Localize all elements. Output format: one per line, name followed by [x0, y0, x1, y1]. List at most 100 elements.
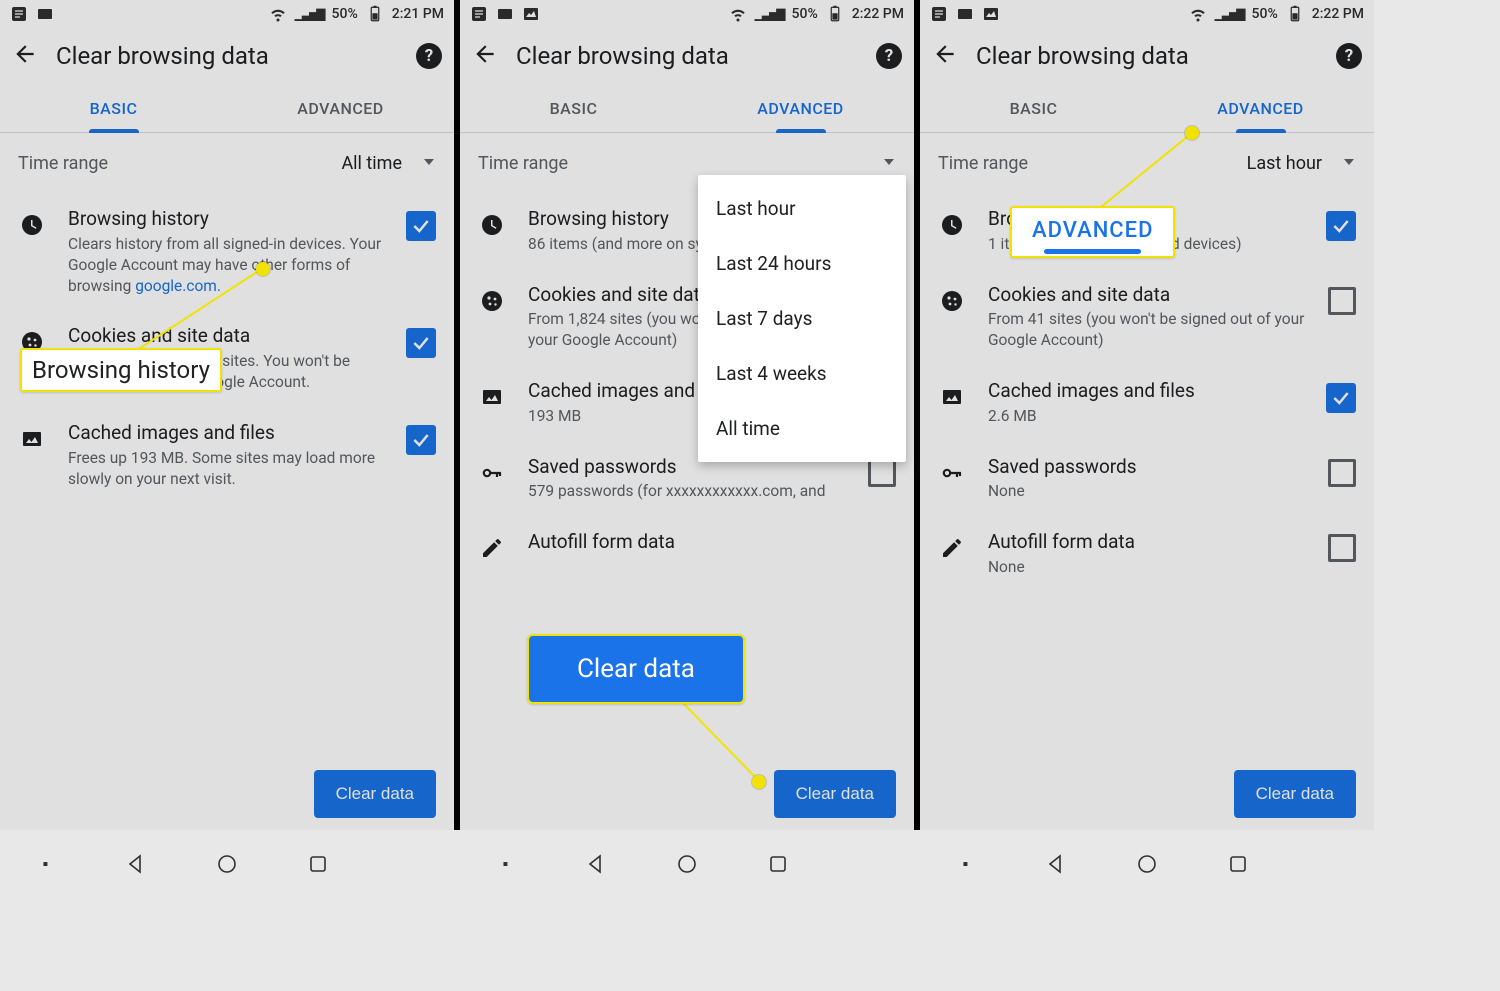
- row-saved-passwords[interactable]: Saved passwords None: [920, 441, 1374, 517]
- signal-icon: ▁▃▅▇: [755, 7, 784, 21]
- row-title: Browsing history: [68, 207, 384, 232]
- checkbox-browsing-history[interactable]: [406, 211, 436, 241]
- notif-app-icon: [36, 5, 54, 23]
- time-range-row[interactable]: Time range All time: [0, 133, 454, 193]
- checkbox-browsing-history[interactable]: [1326, 211, 1356, 241]
- checkbox-cookies[interactable]: [406, 328, 436, 358]
- nav-dot-icon: ▪: [32, 851, 58, 877]
- time-range-value: Last hour: [1247, 153, 1322, 174]
- nav-dot-icon: ▪: [952, 851, 978, 877]
- nav-back-button[interactable]: [123, 851, 149, 877]
- dropdown-caret-icon: [882, 153, 896, 174]
- time-range-row[interactable]: Time range Last hour: [920, 133, 1374, 193]
- annotation-clear-data: Clear data: [527, 634, 745, 704]
- time-range-label: Time range: [18, 153, 341, 174]
- battery-percent: 50%: [1252, 6, 1278, 22]
- row-autofill[interactable]: Autofill form data: [460, 516, 914, 576]
- row-title: Cookies and site data: [68, 324, 384, 349]
- nav-home-button[interactable]: [674, 851, 700, 877]
- checkbox-saved-passwords[interactable]: [1328, 459, 1356, 487]
- stage: { "status": { "battery": "50%", "time1":…: [0, 0, 1500, 991]
- my-activity-link[interactable]: google.com.: [135, 277, 221, 295]
- nav-back-button[interactable]: [583, 851, 609, 877]
- time-range-value: All time: [341, 153, 402, 174]
- nav-dot-icon: ▪: [492, 851, 518, 877]
- nav-recent-button[interactable]: [1225, 851, 1251, 877]
- nav-recent-button[interactable]: [305, 851, 331, 877]
- tab-advanced[interactable]: ADVANCED: [687, 84, 914, 132]
- notif-receipt-icon: [930, 5, 948, 23]
- checkbox-cached[interactable]: [406, 425, 436, 455]
- row-cached[interactable]: Cached images and files Frees up 193 MB.…: [0, 407, 454, 504]
- row-cached[interactable]: Cached images and files 2.6 MB: [920, 365, 1374, 441]
- clear-data-button[interactable]: Clear data: [774, 770, 896, 818]
- checkbox-cookies[interactable]: [1328, 287, 1356, 315]
- nav-home-button[interactable]: [214, 851, 240, 877]
- footer: Clear data: [460, 758, 914, 830]
- phone-1: ▁▃▅▇ 50% 2:21 PM Clear browsing data ? B…: [0, 0, 454, 830]
- menu-item-last-24-hours[interactable]: Last 24 hours: [698, 236, 906, 291]
- phone-3: ▁▃▅▇ 50% 2:22 PM Clear browsing data ? B…: [920, 0, 1374, 830]
- battery-icon: [366, 5, 384, 23]
- clock-time: 2:22 PM: [1312, 6, 1364, 22]
- footer: Clear data: [920, 758, 1374, 830]
- pencil-icon: [478, 530, 506, 560]
- row-subtitle: None: [988, 481, 1306, 502]
- annotation-dot: [752, 775, 766, 789]
- row-autofill[interactable]: Autofill form data None: [920, 516, 1374, 592]
- battery-percent: 50%: [332, 6, 358, 22]
- clock-time: 2:21 PM: [392, 6, 444, 22]
- tab-basic[interactable]: BASIC: [460, 84, 687, 132]
- row-browsing-history[interactable]: Browsing history Clears history from all…: [0, 193, 454, 310]
- notif-photo-icon: [522, 5, 540, 23]
- annotation-dot: [1185, 126, 1199, 140]
- tab-basic[interactable]: BASIC: [920, 84, 1147, 132]
- nav-back-button[interactable]: [1043, 851, 1069, 877]
- back-button[interactable]: [472, 41, 498, 71]
- wifi-icon: [729, 5, 747, 23]
- row-title: Cookies and site data: [988, 283, 1306, 308]
- android-nav-bar: ▪ .: [460, 840, 914, 888]
- row-title: Autofill form data: [528, 530, 846, 555]
- help-button[interactable]: ?: [1336, 43, 1362, 69]
- history-icon: [478, 207, 506, 237]
- back-button[interactable]: [12, 41, 38, 71]
- checkbox-cached[interactable]: [1326, 383, 1356, 413]
- android-nav-bar: ▪ .: [0, 840, 454, 888]
- clear-data-button[interactable]: Clear data: [1234, 770, 1356, 818]
- menu-item-last-4-weeks[interactable]: Last 4 weeks: [698, 346, 906, 401]
- history-icon: [18, 207, 46, 237]
- row-subtitle: 579 passwords (for xxxxxxxxxxxx.com, and: [528, 481, 846, 502]
- help-button[interactable]: ?: [416, 43, 442, 69]
- clear-data-button[interactable]: Clear data: [314, 770, 436, 818]
- notif-receipt-icon: [470, 5, 488, 23]
- checkbox-saved-passwords[interactable]: [868, 459, 896, 487]
- checkbox-autofill[interactable]: [1328, 534, 1356, 562]
- cookie-icon: [938, 283, 966, 313]
- phone-2: ▁▃▅▇ 50% 2:22 PM Clear browsing data ? B…: [460, 0, 914, 830]
- page-title: Clear browsing data: [976, 42, 1318, 70]
- tab-advanced[interactable]: ADVANCED: [1147, 84, 1374, 132]
- app-bar: Clear browsing data ?: [920, 28, 1374, 84]
- back-button[interactable]: [932, 41, 958, 71]
- annotation-browsing-history: Browsing history: [20, 348, 222, 392]
- tab-basic[interactable]: BASIC: [0, 84, 227, 132]
- dropdown-caret-icon: [1342, 153, 1356, 174]
- row-cookies[interactable]: Cookies and site data From 41 sites (you…: [920, 269, 1374, 366]
- menu-item-last-7-days[interactable]: Last 7 days: [698, 291, 906, 346]
- wifi-icon: [1189, 5, 1207, 23]
- tab-advanced[interactable]: ADVANCED: [227, 84, 454, 132]
- row-subtitle: From 41 sites (you won't be signed out o…: [988, 309, 1306, 351]
- status-bar: ▁▃▅▇ 50% 2:22 PM: [460, 0, 914, 28]
- signal-icon: ▁▃▅▇: [295, 7, 324, 21]
- help-button[interactable]: ?: [876, 43, 902, 69]
- menu-item-last-hour[interactable]: Last hour: [698, 181, 906, 236]
- menu-item-all-time[interactable]: All time: [698, 401, 906, 456]
- nav-recent-button[interactable]: [765, 851, 791, 877]
- key-icon: [938, 455, 966, 485]
- notif-app-icon: [956, 5, 974, 23]
- pencil-icon: [938, 530, 966, 560]
- nav-home-button[interactable]: [1134, 851, 1160, 877]
- page-title: Clear browsing data: [56, 42, 398, 70]
- app-bar: Clear browsing data ?: [460, 28, 914, 84]
